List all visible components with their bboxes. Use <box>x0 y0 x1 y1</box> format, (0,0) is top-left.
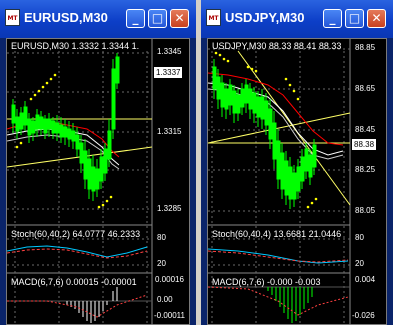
maximize-button[interactable]: □ <box>345 9 364 28</box>
current-price-box: 88.38 <box>352 139 377 150</box>
stoch-label: Stoch(60,40,4) 13.6681 21.0446 <box>212 229 342 239</box>
price-tick: 1.3345 <box>157 47 182 56</box>
price-tick: 88.65 <box>355 84 376 93</box>
maximize-button[interactable]: □ <box>148 9 167 28</box>
trendline-diagonal <box>208 112 351 144</box>
macd-signal-line <box>7 294 148 318</box>
macd-tick: -0.026 <box>352 311 375 320</box>
macd-tick: -0.00011 <box>154 311 185 320</box>
minimize-button[interactable]: _ <box>126 9 145 28</box>
stoch-main-line <box>208 248 349 264</box>
price-tick: 88.85 <box>355 43 376 52</box>
macd-tick: 0.00 <box>157 295 173 304</box>
macd-signal-line <box>208 286 349 316</box>
candlesticks <box>212 59 317 209</box>
price-chart-area[interactable]: EURUSD,M30 1.3332 1.3344 1. 1.3345 1.333… <box>6 38 190 325</box>
price-tick: 88.45 <box>355 125 376 134</box>
window-title: EURUSD,M30 <box>24 10 108 25</box>
macd-histogram <box>66 287 118 323</box>
current-price-box: 1.3337 <box>154 67 183 78</box>
stoch-tick: 80 <box>355 233 364 242</box>
eurusd-chart-window[interactable]: MT EURUSD,M30 _ □ ✕ EURUSD,M30 1.3332 1.… <box>0 0 196 325</box>
stoch-tick: 20 <box>157 259 166 268</box>
chart-window-icon: MT <box>206 9 221 26</box>
stoch-label: Stoch(60,40,2) 64.0777 46.2333 <box>11 229 141 239</box>
macd-label: MACD(6,7,6) -0.000 -0.003 <box>212 277 321 287</box>
window-title: USDJPY,M30 <box>225 10 305 25</box>
price-tick: 88.05 <box>355 206 376 215</box>
price-tick: 88.25 <box>355 165 376 174</box>
window-titlebar[interactable]: MT USDJPY,M30 _ □ ✕ <box>201 0 393 38</box>
window-titlebar[interactable]: MT EURUSD,M30 _ □ ✕ <box>0 0 196 38</box>
chart-header: EURUSD,M30 1.3332 1.3344 1. <box>11 41 140 51</box>
price-tick: 1.3285 <box>157 204 182 213</box>
macd-label: MACD(6,7,6) 0.00015 -0.00001 <box>11 277 137 287</box>
macd-histogram <box>267 287 313 323</box>
price-tick: 1.3315 <box>157 127 182 136</box>
close-button[interactable]: ✕ <box>367 9 386 28</box>
chart-window-icon: MT <box>5 9 20 26</box>
close-button[interactable]: ✕ <box>170 9 189 28</box>
stoch-tick: 80 <box>157 233 166 242</box>
price-chart-area[interactable]: USDJPY,M30 88.33 88.41 88.33 88.85 88.65… <box>207 38 387 325</box>
stoch-tick: 20 <box>355 259 364 268</box>
usdjpy-chart-window[interactable]: MT USDJPY,M30 _ □ ✕ USDJPY,M30 88.33 88.… <box>201 0 393 325</box>
chart-header: USDJPY,M30 88.33 88.41 88.33 <box>212 41 342 51</box>
macd-tick: 0.004 <box>355 275 376 284</box>
macd-tick: 0.00016 <box>155 275 184 284</box>
minimize-button[interactable]: _ <box>323 9 342 28</box>
